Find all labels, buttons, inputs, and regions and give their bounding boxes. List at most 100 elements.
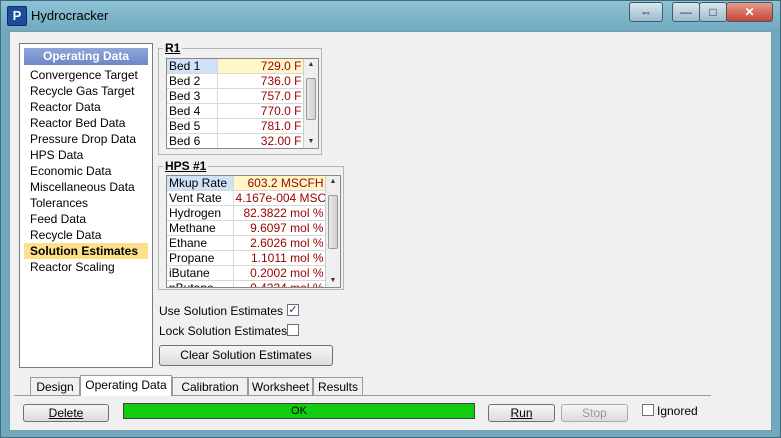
tab-results[interactable]: Results [313, 377, 363, 395]
lock-solution-estimates-label: Lock Solution Estimates [159, 324, 288, 338]
table-row[interactable]: Bed 5 781.0 F [167, 118, 305, 134]
nav-list: Convergence Target Recycle Gas Target Reac… [20, 67, 152, 275]
row-value-cell[interactable]: 82.3822 mol % [233, 205, 327, 221]
run-button-label: Run [510, 406, 533, 420]
table-row[interactable]: iButane 0.2002 mol % [167, 265, 327, 281]
hps-grid[interactable]: Mkup Rate 603.2 MSCFH Vent Rate 4.167e-004 … [166, 175, 341, 288]
nav-item-reactor-data[interactable]: Reactor Data [24, 99, 148, 115]
nav-item-recycle-gas-target[interactable]: Recycle Gas Target [24, 83, 148, 99]
row-label: Bed 1 [167, 59, 218, 74]
restore-size-button[interactable]: ⇔ [629, 2, 663, 22]
close-button[interactable]: ✕ [726, 2, 773, 22]
row-label: Bed 3 [167, 88, 218, 104]
maximize-button[interactable]: □ [699, 2, 727, 22]
lock-solution-estimates-row[interactable]: Lock Solution Estimates [159, 323, 299, 339]
hps-group: HPS #1 Mkup Rate 603.2 MSCFH Vent Rate 4.16… [158, 159, 344, 290]
row-value-cell[interactable]: 757.0 F [217, 88, 305, 104]
row-value-cell[interactable]: 4.167e-004 MSC [233, 190, 327, 206]
row-value-cell[interactable]: 781.0 F [217, 118, 305, 134]
stop-button[interactable]: Stop [561, 404, 628, 422]
use-solution-estimates-row[interactable]: Use Solution Estimates ✓ [159, 303, 299, 319]
use-solution-estimates-checkbox[interactable]: ✓ [287, 304, 299, 316]
nav-item-reactor-bed-data[interactable]: Reactor Bed Data [24, 115, 148, 131]
clear-solution-estimates-button[interactable]: Clear Solution Estimates [159, 345, 333, 366]
row-label: Bed 4 [167, 103, 218, 119]
ignored-label: Ignored [657, 404, 698, 418]
ignored-checkbox[interactable] [642, 404, 654, 416]
ignored-row[interactable]: Ignored [642, 403, 712, 419]
r1-scrollbar[interactable]: ▲ ▼ [303, 59, 318, 148]
row-label: Hydrogen [167, 205, 234, 221]
row-label: Bed 5 [167, 118, 218, 134]
nav-header: Operating Data [24, 48, 148, 65]
row-value-cell[interactable]: 2.6026 mol % [233, 235, 327, 251]
row-value-cell[interactable]: 736.0 F [217, 73, 305, 89]
tab-design[interactable]: Design [30, 377, 80, 395]
table-row[interactable]: Bed 2 736.0 F [167, 73, 305, 89]
nav-item-reactor-scaling[interactable]: Reactor Scaling [24, 259, 148, 275]
row-value-cell[interactable]: 603.2 MSCFH [233, 176, 327, 191]
title-bar[interactable]: P Hydrocracker ⇔ — □ ✕ [1, 1, 780, 29]
r1-table: Bed 1 729.0 F Bed 2 736.0 F Bed 3 757.0 F Bed … [167, 59, 305, 148]
minimize-button[interactable]: — [672, 2, 700, 22]
table-row[interactable]: Bed 1 729.0 F [167, 59, 305, 74]
scroll-up-arrow-icon[interactable]: ▲ [304, 59, 318, 71]
row-label: Mkup Rate [167, 176, 234, 191]
row-value-cell[interactable]: 0.2002 mol % [233, 265, 327, 281]
run-button[interactable]: Run [488, 404, 555, 422]
nav-item-miscellaneous-data[interactable]: Miscellaneous Data [24, 179, 148, 195]
row-label: nButane [167, 280, 234, 287]
row-value-cell[interactable]: 32.00 F [217, 133, 305, 148]
row-label: Methane [167, 220, 234, 236]
hps-group-label: HPS #1 [163, 159, 209, 173]
hps-scrollbar[interactable]: ▲ ▼ [325, 176, 340, 287]
row-value-cell[interactable]: 9.6097 mol % [233, 220, 327, 236]
scroll-thumb[interactable] [306, 78, 316, 120]
hydrocracker-window: P Hydrocracker ⇔ — □ ✕ Operating Data Co… [0, 0, 781, 438]
nav-item-solution-estimates[interactable]: Solution Estimates [24, 243, 148, 259]
table-row[interactable]: Bed 4 770.0 F [167, 103, 305, 119]
tab-operating-data[interactable]: Operating Data [80, 375, 172, 396]
operating-data-nav: Operating Data Convergence Target Recycle… [19, 43, 153, 368]
row-value-cell[interactable]: 1.1011 mol % [233, 250, 327, 266]
row-value-cell[interactable]: 770.0 F [217, 103, 305, 119]
status-bar: OK [123, 403, 475, 419]
row-label: Propane [167, 250, 234, 266]
nav-item-economic-data[interactable]: Economic Data [24, 163, 148, 179]
table-row[interactable]: Bed 3 757.0 F [167, 88, 305, 104]
scroll-up-arrow-icon[interactable]: ▲ [326, 176, 340, 188]
table-row[interactable]: Ethane 2.6026 mol % [167, 235, 327, 251]
table-row[interactable]: Methane 9.6097 mol % [167, 220, 327, 236]
table-row[interactable]: Bed 6 32.00 F [167, 133, 305, 148]
nav-item-convergence-target[interactable]: Convergence Target [24, 67, 148, 83]
row-label: iButane [167, 265, 234, 281]
hps-table: Mkup Rate 603.2 MSCFH Vent Rate 4.167e-004 … [167, 176, 327, 287]
delete-button[interactable]: Delete [23, 404, 109, 422]
row-label: Vent Rate [167, 190, 234, 206]
lock-solution-estimates-checkbox[interactable] [287, 324, 299, 336]
nav-item-tolerances[interactable]: Tolerances [24, 195, 148, 211]
table-row[interactable]: Vent Rate 4.167e-004 MSC [167, 190, 327, 206]
nav-item-recycle-data[interactable]: Recycle Data [24, 227, 148, 243]
table-row[interactable]: nButane 0.4234 mol % [167, 280, 327, 287]
app-icon: P [7, 6, 27, 26]
r1-group-label: R1 [163, 41, 183, 55]
tab-calibration[interactable]: Calibration [172, 377, 248, 395]
nav-item-feed-data[interactable]: Feed Data [24, 211, 148, 227]
row-label: Bed 6 [167, 133, 218, 148]
table-row[interactable]: Hydrogen 82.3822 mol % [167, 205, 327, 221]
nav-item-pressure-drop-data[interactable]: Pressure Drop Data [24, 131, 148, 147]
r1-grid[interactable]: Bed 1 729.0 F Bed 2 736.0 F Bed 3 757.0 F Bed … [166, 58, 319, 149]
row-label: Bed 2 [167, 73, 218, 89]
table-row[interactable]: Mkup Rate 603.2 MSCFH [167, 176, 327, 191]
row-label: Ethane [167, 235, 234, 251]
table-row[interactable]: Propane 1.1011 mol % [167, 250, 327, 266]
scroll-down-arrow-icon[interactable]: ▼ [304, 136, 318, 148]
tab-worksheet[interactable]: Worksheet [248, 377, 313, 395]
nav-item-hps-data[interactable]: HPS Data [24, 147, 148, 163]
scroll-down-arrow-icon[interactable]: ▼ [326, 275, 340, 287]
r1-group: R1 Bed 1 729.0 F Bed 2 736.0 F Bed 3 757.0 FB… [158, 41, 322, 155]
row-value-cell[interactable]: 729.0 F [217, 59, 305, 74]
row-value-cell[interactable]: 0.4234 mol % [233, 280, 327, 287]
scroll-thumb[interactable] [328, 195, 338, 249]
